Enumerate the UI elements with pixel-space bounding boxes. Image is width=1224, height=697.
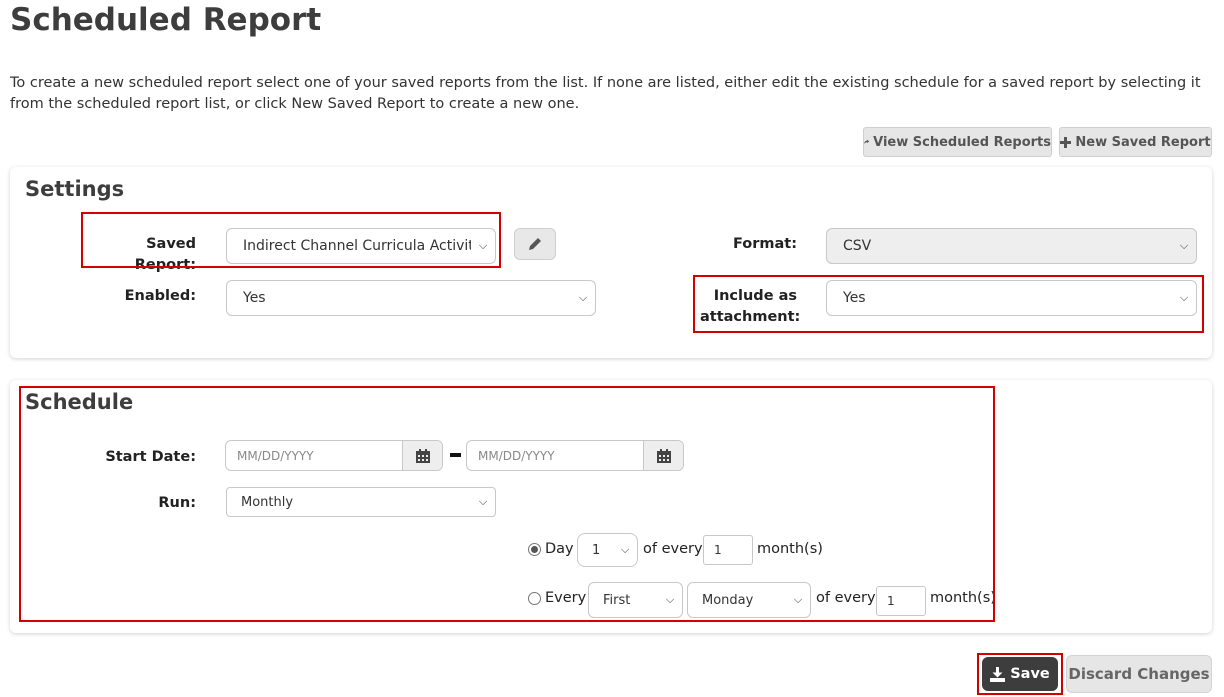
- chevron-down-icon: ⌵: [478, 495, 488, 508]
- day-option-radio[interactable]: [528, 543, 541, 556]
- include-attachment-select[interactable]: Yes ⌵: [826, 280, 1197, 316]
- start-date-calendar-button[interactable]: [402, 441, 442, 470]
- page-title: Scheduled Report: [10, 2, 322, 38]
- ordinal-select[interactable]: First ⌵: [588, 582, 683, 618]
- chevron-down-icon: ⌵: [578, 291, 588, 304]
- run-select[interactable]: Monthly ⌵: [226, 487, 496, 517]
- saved-report-select[interactable]: Indirect Channel Curricula Activity ⌵: [226, 228, 496, 264]
- day-option-label: Day: [545, 541, 574, 557]
- every-of-every-text: of every: [816, 590, 876, 606]
- new-saved-report-label: New Saved Report: [1075, 134, 1211, 150]
- chevron-down-icon: ⌵: [793, 593, 803, 606]
- day-number-value: 1: [592, 542, 601, 558]
- saved-report-value: Indirect Channel Curricula Activity: [243, 238, 471, 254]
- saved-report-label: Saved Report:: [134, 236, 196, 273]
- day-number-select[interactable]: 1 ⌵: [577, 533, 638, 567]
- day-of-every-text: of every: [643, 541, 703, 557]
- schedule-heading: Schedule: [25, 390, 134, 414]
- chevron-down-icon: ⌵: [1179, 291, 1189, 304]
- day-month-interval-input[interactable]: 1: [703, 535, 753, 565]
- every-month-interval-input[interactable]: 1: [876, 586, 926, 616]
- settings-heading: Settings: [25, 177, 125, 201]
- format-select[interactable]: CSV ⌵: [826, 228, 1197, 264]
- pencil-icon: [529, 238, 541, 250]
- every-option-label: Every: [545, 590, 587, 606]
- view-scheduled-reports-button[interactable]: View Scheduled Reports: [863, 127, 1052, 157]
- every-option-radio[interactable]: [528, 592, 541, 605]
- run-label: Run:: [158, 495, 196, 511]
- include-attachment-value: Yes: [843, 290, 866, 306]
- plus-icon: [1060, 136, 1072, 148]
- calendar-icon: [656, 448, 671, 463]
- chevron-down-icon: ⌵: [665, 593, 675, 606]
- enabled-label: Enabled:: [124, 288, 196, 304]
- end-date-calendar-button[interactable]: [643, 441, 683, 470]
- format-label: Format:: [732, 236, 797, 252]
- chevron-down-icon: ⌵: [1179, 239, 1189, 252]
- new-saved-report-button[interactable]: New Saved Report: [1059, 127, 1212, 157]
- start-date-input[interactable]: MM/DD/YYYY: [226, 441, 402, 470]
- day-months-unit: month(s): [757, 541, 823, 557]
- chevron-down-icon: ⌵: [620, 543, 630, 556]
- save-button[interactable]: Save: [982, 657, 1058, 691]
- edit-saved-report-button[interactable]: [514, 228, 556, 260]
- ordinal-value: First: [603, 592, 631, 608]
- date-range-separator: [450, 453, 461, 457]
- download-icon: [990, 666, 1006, 682]
- run-value: Monthly: [241, 494, 294, 510]
- chevron-down-icon: ⌵: [478, 239, 488, 252]
- view-scheduled-reports-label: View Scheduled Reports: [873, 134, 1051, 150]
- enabled-value: Yes: [243, 290, 266, 306]
- enabled-select[interactable]: Yes ⌵: [226, 280, 596, 316]
- weekday-value: Monday: [702, 592, 754, 608]
- intro-text: To create a new scheduled report select …: [10, 75, 1201, 112]
- include-attachment-label: Include as attachment:: [700, 288, 801, 325]
- every-months-unit: month(s): [930, 590, 996, 606]
- start-date-group: MM/DD/YYYY: [225, 440, 443, 471]
- end-date-group: MM/DD/YYYY: [466, 440, 684, 471]
- share-arrow-icon: [864, 139, 870, 144]
- save-label: Save: [1010, 666, 1050, 682]
- calendar-icon: [415, 448, 430, 463]
- weekday-select[interactable]: Monday ⌵: [687, 582, 811, 618]
- end-date-input[interactable]: MM/DD/YYYY: [467, 441, 643, 470]
- format-value: CSV: [843, 238, 872, 254]
- start-date-label: Start Date:: [105, 449, 196, 465]
- discard-changes-button[interactable]: Discard Changes: [1066, 655, 1212, 693]
